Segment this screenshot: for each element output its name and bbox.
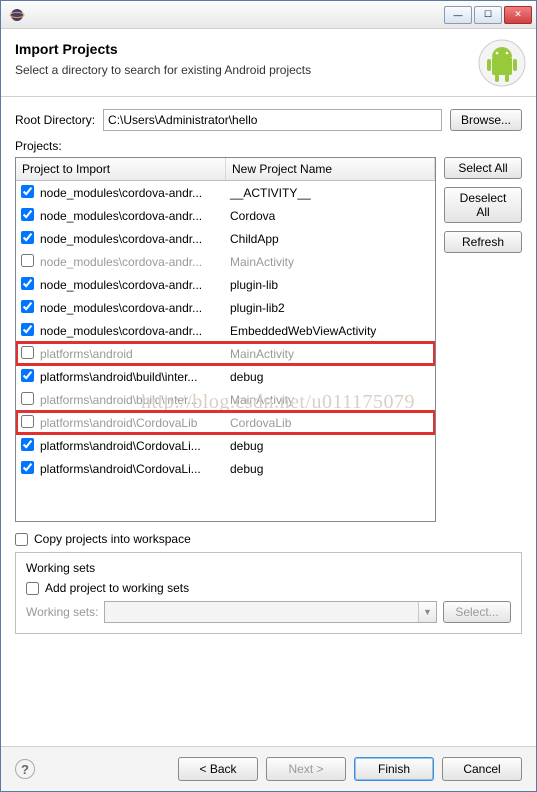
table-row[interactable]: node_modules\cordova-andr...EmbeddedWebV… [16,319,435,342]
project-path: node_modules\cordova-andr... [38,209,226,223]
working-sets-legend: Working sets [22,561,99,575]
titlebar: — ☐ ✕ [1,1,536,29]
project-path: platforms\android [38,347,226,361]
project-path: node_modules\cordova-andr... [38,255,226,269]
table-row[interactable]: node_modules\cordova-andr...MainActivity [16,250,435,273]
project-path: platforms\android\CordovaLi... [38,462,226,476]
dialog-footer: ? < Back Next > Finish Cancel [1,746,536,791]
project-checkbox[interactable] [21,392,34,405]
table-row[interactable]: platforms\android\build\inter...MainActi… [16,388,435,411]
deselect-all-button[interactable]: Deselect All [444,187,522,223]
table-header: Project to Import New Project Name [16,158,435,181]
project-name: MainActivity [226,255,435,269]
select-working-sets-button: Select... [443,601,511,623]
project-name: MainActivity [226,347,435,361]
working-sets-combo: ▼ [104,601,437,623]
finish-button[interactable]: Finish [354,757,434,781]
project-checkbox[interactable] [21,231,34,244]
project-path: node_modules\cordova-andr... [38,301,226,315]
project-checkbox[interactable] [21,323,34,336]
project-path: node_modules\cordova-andr... [38,324,226,338]
android-icon [478,39,526,87]
table-row[interactable]: platforms\android\CordovaLi...debug [16,434,435,457]
projects-label: Projects: [15,139,522,153]
project-name: debug [226,462,435,476]
project-checkbox[interactable] [21,300,34,313]
copy-into-workspace-label[interactable]: Copy projects into workspace [34,532,191,546]
project-name: __ACTIVITY__ [226,186,435,200]
project-path: platforms\android\build\inter... [38,393,226,407]
project-checkbox[interactable] [21,277,34,290]
project-checkbox[interactable] [21,185,34,198]
add-to-working-sets-checkbox[interactable] [26,582,39,595]
column-project-to-import[interactable]: Project to Import [16,158,226,180]
project-checkbox[interactable] [21,346,34,359]
maximize-button[interactable]: ☐ [474,6,502,24]
project-path: platforms\android\CordovaLi... [38,439,226,453]
browse-button[interactable]: Browse... [450,109,522,131]
dialog-content: Root Directory: Browse... Projects: Proj… [1,97,536,646]
table-body[interactable]: node_modules\cordova-andr...__ACTIVITY__… [16,181,435,521]
project-checkbox[interactable] [21,415,34,428]
table-row[interactable]: node_modules\cordova-andr...__ACTIVITY__ [16,181,435,204]
import-projects-dialog: — ☐ ✕ Import Projects Select a directory… [0,0,537,792]
project-name: debug [226,439,435,453]
project-checkbox[interactable] [21,461,34,474]
cancel-button[interactable]: Cancel [442,757,522,781]
project-name: debug [226,370,435,384]
project-path: platforms\android\CordovaLib [38,416,226,430]
projects-table: Project to Import New Project Name node_… [15,157,436,522]
help-icon[interactable]: ? [15,759,35,779]
page-title: Import Projects [15,41,522,57]
add-to-working-sets-label[interactable]: Add project to working sets [45,581,189,595]
table-row[interactable]: platforms\android\build\inter...debug [16,365,435,388]
minimize-button[interactable]: — [444,6,472,24]
back-button[interactable]: < Back [178,757,258,781]
project-path: node_modules\cordova-andr... [38,186,226,200]
working-sets-group: Working sets Add project to working sets… [15,552,522,634]
refresh-button[interactable]: Refresh [444,231,522,253]
project-name: CordovaLib [226,416,435,430]
project-name: plugin-lib2 [226,301,435,315]
project-name: MainActivity [226,393,435,407]
project-path: node_modules\cordova-andr... [38,232,226,246]
project-name: plugin-lib [226,278,435,292]
eclipse-icon [9,7,25,23]
column-new-project-name[interactable]: New Project Name [226,158,435,180]
table-row[interactable]: platforms\android\CordovaLi...debug [16,457,435,480]
page-subtitle: Select a directory to search for existin… [15,63,522,77]
next-button: Next > [266,757,346,781]
table-row[interactable]: node_modules\cordova-andr...plugin-lib2 [16,296,435,319]
project-checkbox[interactable] [21,438,34,451]
table-row[interactable]: platforms\androidMainActivity [16,342,435,365]
table-row[interactable]: platforms\android\CordovaLibCordovaLib [16,411,435,434]
root-directory-input[interactable] [103,109,442,131]
copy-into-workspace-checkbox[interactable] [15,533,28,546]
table-row[interactable]: node_modules\cordova-andr...plugin-lib [16,273,435,296]
root-directory-label: Root Directory: [15,113,95,127]
project-checkbox[interactable] [21,254,34,267]
project-name: EmbeddedWebViewActivity [226,324,435,338]
project-name: ChildApp [226,232,435,246]
project-checkbox[interactable] [21,369,34,382]
close-button[interactable]: ✕ [504,6,532,24]
project-path: node_modules\cordova-andr... [38,278,226,292]
dialog-header: Import Projects Select a directory to se… [1,29,536,97]
project-checkbox[interactable] [21,208,34,221]
project-path: platforms\android\build\inter... [38,370,226,384]
project-name: Cordova [226,209,435,223]
select-all-button[interactable]: Select All [444,157,522,179]
table-row[interactable]: node_modules\cordova-andr...ChildApp [16,227,435,250]
chevron-down-icon: ▼ [418,602,436,622]
table-row[interactable]: node_modules\cordova-andr...Cordova [16,204,435,227]
working-sets-combo-label: Working sets: [26,605,98,619]
